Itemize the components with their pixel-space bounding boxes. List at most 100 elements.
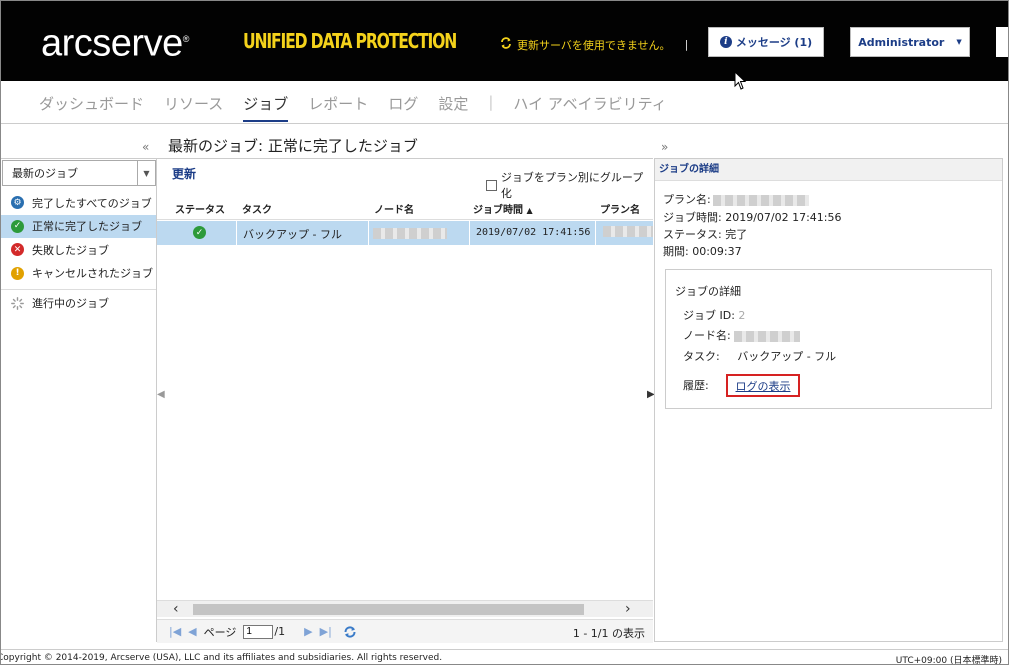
app-window: arcserve® UNIFIED DATA PROTECTION 更新サーバを… [0,0,1009,665]
check-circle-icon: ✓ [11,219,24,233]
nav-settings[interactable]: 設定 [438,93,468,122]
scroll-right-icon[interactable]: › [625,601,631,618]
error-x-icon: ✕ [11,243,24,257]
check-circle-icon: ✓ [193,226,206,239]
column-node-name[interactable]: ノード名 [374,201,414,216]
collapse-left-splitter-icon[interactable]: ◀ [157,389,165,413]
scrollbar-thumb[interactable] [193,604,584,615]
column-job-time[interactable]: ジョブ時間 ▲ [473,201,533,216]
job-details-panel: ジョブの詳細 プラン名: ジョブ時間: 2019/07/02 17:41:56 … [654,158,1003,642]
page-number-input[interactable] [243,624,274,639]
cell-divider [236,221,237,245]
filter-failed-jobs[interactable]: ✕ 失敗したジョブ [1,238,156,262]
pagination-bar: |◀ ◀ ページ /1 ▶ ▶| 1 - 1/1 の表示 [157,619,653,643]
nav-high-availability[interactable]: ハイ アベイラビリティ [513,93,666,122]
message-button-label: メッセージ (1) [735,36,813,49]
view-log-link[interactable]: ログの表示 [726,374,800,397]
job-filter-dropdown[interactable]: 最新のジョブ ▼ [2,160,156,186]
next-page-icon[interactable]: ▶ [304,625,312,638]
row-plan-name [603,226,653,240]
task-row: タスク: バックアップ - フル [683,350,837,363]
footer: Copyright © 2014-2019, Arcserve (USA), L… [0,649,1008,665]
header-separator: | [684,38,689,51]
refresh-icon[interactable] [343,625,357,639]
nav-resources[interactable]: リソース [164,93,223,122]
arcserve-logo: arcserve® [41,22,189,65]
filter-in-progress-jobs[interactable]: 進行中のジョブ [1,289,156,316]
nav-jobs[interactable]: ジョブ [243,93,289,122]
filter-label: 失敗したジョブ [32,243,109,257]
horizontal-scrollbar[interactable]: ‹ › [157,600,653,617]
detail-box-title: ジョブの詳細 [675,285,741,298]
cell-divider [595,221,596,245]
cell-divider [368,221,369,245]
nav-items: ダッシュボード リソース ジョブ レポート ログ 設定 | ハイ アベイラビリテ… [39,93,687,122]
timezone-text: UTC+09:00 (日本標準時) [895,656,1002,665]
grid-header: ステータス タスク ノード名 ジョブ時間 ▲ プラン名 [157,194,653,220]
prev-page-icon[interactable]: ◀ [188,625,196,638]
nav-separator: | [488,93,494,111]
filter-successful-jobs[interactable]: ✓ 正常に完了したジョブ [1,214,156,238]
expand-right-panel-icon[interactable]: » [661,140,668,154]
update-notice-text: 更新サーバを使用できません。 [517,38,671,52]
gear-icon: ⚙ [11,196,24,210]
administrator-menu-button[interactable]: Administrator ▼ [850,27,970,57]
filter-label: 正常に完了したジョブ [32,220,142,234]
column-task[interactable]: タスク [242,201,272,216]
row-node-name [373,228,447,242]
help-button[interactable] [996,27,1008,57]
product-name: UNIFIED DATA PROTECTION [243,29,457,53]
warning-icon: ! [11,266,24,280]
dropdown-arrow-icon[interactable]: ▼ [137,161,155,185]
cell-divider [469,221,470,245]
refresh-button[interactable]: 更新 [172,165,196,182]
duration-line: 期間: 00:09:37 [663,245,742,258]
info-icon: i [719,36,732,48]
main-nav: ダッシュボード リソース ジョブ レポート ログ 設定 | ハイ アベイラビリテ… [1,81,1008,124]
row-task: バックアップ - フル [243,228,342,241]
message-button[interactable]: i メッセージ (1) [708,27,824,57]
plan-name-line: プラン名: [663,191,809,207]
job-filter-panel: 最新のジョブ ▼ ⚙ 完了したすべてのジョブ ✓ 正常に完了したジョブ ✕ 失敗… [1,158,157,642]
filter-cancelled-jobs[interactable]: ! キャンセルされたジョブ [1,262,156,286]
column-status[interactable]: ステータス [175,201,225,216]
table-row[interactable]: ✓ バックアップ - フル 2019/07/02 17:41:56 [157,221,653,245]
scroll-left-icon[interactable]: ‹ [173,601,179,618]
job-filter-list: ⚙ 完了したすべてのジョブ ✓ 正常に完了したジョブ ✕ 失敗したジョブ ! キ… [1,191,156,316]
job-time-line: ジョブ時間: 2019/07/02 17:41:56 [663,211,842,224]
copyright-text: Copyright © 2014-2019, Arcserve (USA), L… [0,653,443,663]
page-total: /1 [274,625,286,638]
filter-label: 進行中のジョブ [32,297,109,310]
top-header: arcserve® UNIFIED DATA PROTECTION 更新サーバを… [1,1,1008,81]
last-page-icon[interactable]: ▶| [320,625,332,638]
history-label: 履歴: [683,379,709,392]
sort-ascending-icon: ▲ [526,206,533,215]
job-detail-box: ジョブの詳細 ジョブ ID: 2 ノード名: タスク: バックアップ - フル … [665,269,992,409]
job-grid-panel: 更新 ジョブをプラン別にグループ化 ステータス タスク ノード名 ジョブ時間 ▲… [157,158,655,643]
status-line: ステータス: 完了 [663,228,748,241]
caret-down-icon: ▼ [956,38,962,46]
collapse-left-panel-icon[interactable]: « [142,140,149,154]
job-details-title: ジョブの詳細 [655,159,1002,181]
page-title: 最新のジョブ: 正常に完了したジョブ [168,137,418,155]
refresh-warning-icon [499,36,513,53]
node-name-row: ノード名: [683,327,801,343]
nav-dashboard[interactable]: ダッシュボード [39,93,144,122]
spinner-icon [11,296,24,310]
update-notice[interactable]: 更新サーバを使用できません。 | [499,36,688,53]
checkbox-box[interactable] [486,179,497,191]
filter-label: キャンセルされたジョブ [32,267,153,281]
collapse-right-splitter-icon[interactable]: ▶ [647,389,655,413]
column-plan-name[interactable]: プラン名 [600,201,640,216]
filter-label: 完了したすべてのジョブ [32,196,152,210]
administrator-label: Administrator [858,35,945,49]
record-count: 1 - 1/1 の表示 [572,627,645,640]
nav-reports[interactable]: レポート [308,93,368,122]
first-page-icon[interactable]: |◀ [169,625,181,638]
job-filter-dropdown-value: 最新のジョブ [12,167,78,180]
page-label: ページ [203,625,237,639]
nav-logs[interactable]: ログ [388,93,418,122]
job-id-row: ジョブ ID: 2 [683,309,746,322]
filter-all-completed-jobs[interactable]: ⚙ 完了したすべてのジョブ [1,191,156,215]
row-job-time: 2019/07/02 17:41:56 [476,227,591,238]
